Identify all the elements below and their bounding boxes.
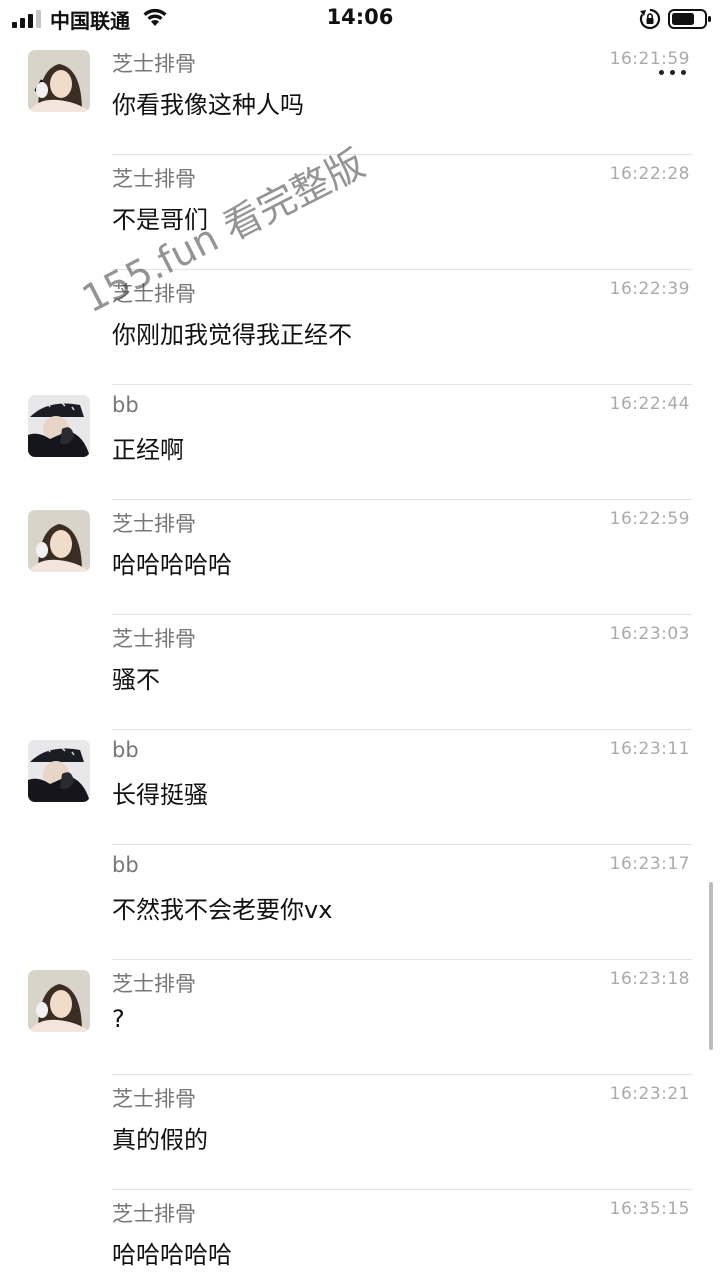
message-text: 你刚加我觉得我正经不 <box>112 321 352 349</box>
message-time: 16:23:03 <box>609 624 690 644</box>
scrollbar-thumb[interactable] <box>709 882 713 1050</box>
message-sender: bb <box>112 738 139 762</box>
message-item[interactable]: bb 16:23:17 不然我不会老要你vx <box>0 845 720 960</box>
message-time: 16:21:59 <box>609 49 690 69</box>
message-text: 你看我像这种人吗 <box>112 91 304 119</box>
message-text: 长得挺骚 <box>112 781 208 809</box>
avatar[interactable] <box>28 395 90 457</box>
avatar[interactable] <box>28 740 90 802</box>
avatar[interactable] <box>28 510 90 572</box>
message-time: 16:22:39 <box>609 279 690 299</box>
message-sender: 芝士排骨 <box>112 972 196 996</box>
message-item[interactable]: 芝士排骨 16:21:59 你看我像这种人吗 <box>0 40 720 155</box>
message-text: 不然我不会老要你vx <box>112 896 333 924</box>
message-item[interactable]: 芝士排骨 16:35:15 哈哈哈哈哈 <box>0 1190 720 1280</box>
message-sender: 芝士排骨 <box>112 627 196 651</box>
message-item[interactable]: bb 16:22:44 正经啊 <box>0 385 720 500</box>
message-time: 16:22:28 <box>609 164 690 184</box>
message-item[interactable]: 芝士排骨 16:22:59 哈哈哈哈哈 <box>0 500 720 615</box>
message-time: 16:35:15 <box>609 1199 690 1219</box>
message-sender: 芝士排骨 <box>112 167 196 191</box>
message-text: 真的假的 <box>112 1126 208 1154</box>
message-text: 哈哈哈哈哈 <box>112 551 232 579</box>
message-text: 正经啊 <box>112 436 184 464</box>
message-item[interactable]: bb 16:23:11 长得挺骚 <box>0 730 720 845</box>
status-bar: 中国联通 14:06 <box>0 0 720 40</box>
message-item[interactable]: 芝士排骨 16:23:03 骚不 <box>0 615 720 730</box>
avatar[interactable] <box>28 50 90 112</box>
message-text: ? <box>112 1005 125 1033</box>
message-sender: 芝士排骨 <box>112 1087 196 1111</box>
message-sender: 芝士排骨 <box>112 52 196 76</box>
message-time: 16:22:44 <box>609 394 690 414</box>
message-sender: 芝士排骨 <box>112 512 196 536</box>
message-time: 16:23:18 <box>609 969 690 989</box>
message-item[interactable]: 芝士排骨 16:23:21 真的假的 <box>0 1075 720 1190</box>
status-time: 14:06 <box>326 5 394 29</box>
message-sender: bb <box>112 853 139 877</box>
message-sender: bb <box>112 393 139 417</box>
message-sender: 芝士排骨 <box>112 1202 196 1226</box>
battery-icon <box>668 9 711 29</box>
message-item[interactable]: 芝士排骨 16:23:18 ? <box>0 960 720 1075</box>
message-time: 16:23:17 <box>609 854 690 874</box>
rotation-lock-icon <box>639 8 661 30</box>
message-time: 16:22:59 <box>609 509 690 529</box>
message-time: 16:23:21 <box>609 1084 690 1104</box>
message-time: 16:23:11 <box>609 739 690 759</box>
avatar[interactable] <box>28 970 90 1032</box>
message-text: 骚不 <box>112 666 160 694</box>
message-text: 哈哈哈哈哈 <box>112 1241 232 1269</box>
